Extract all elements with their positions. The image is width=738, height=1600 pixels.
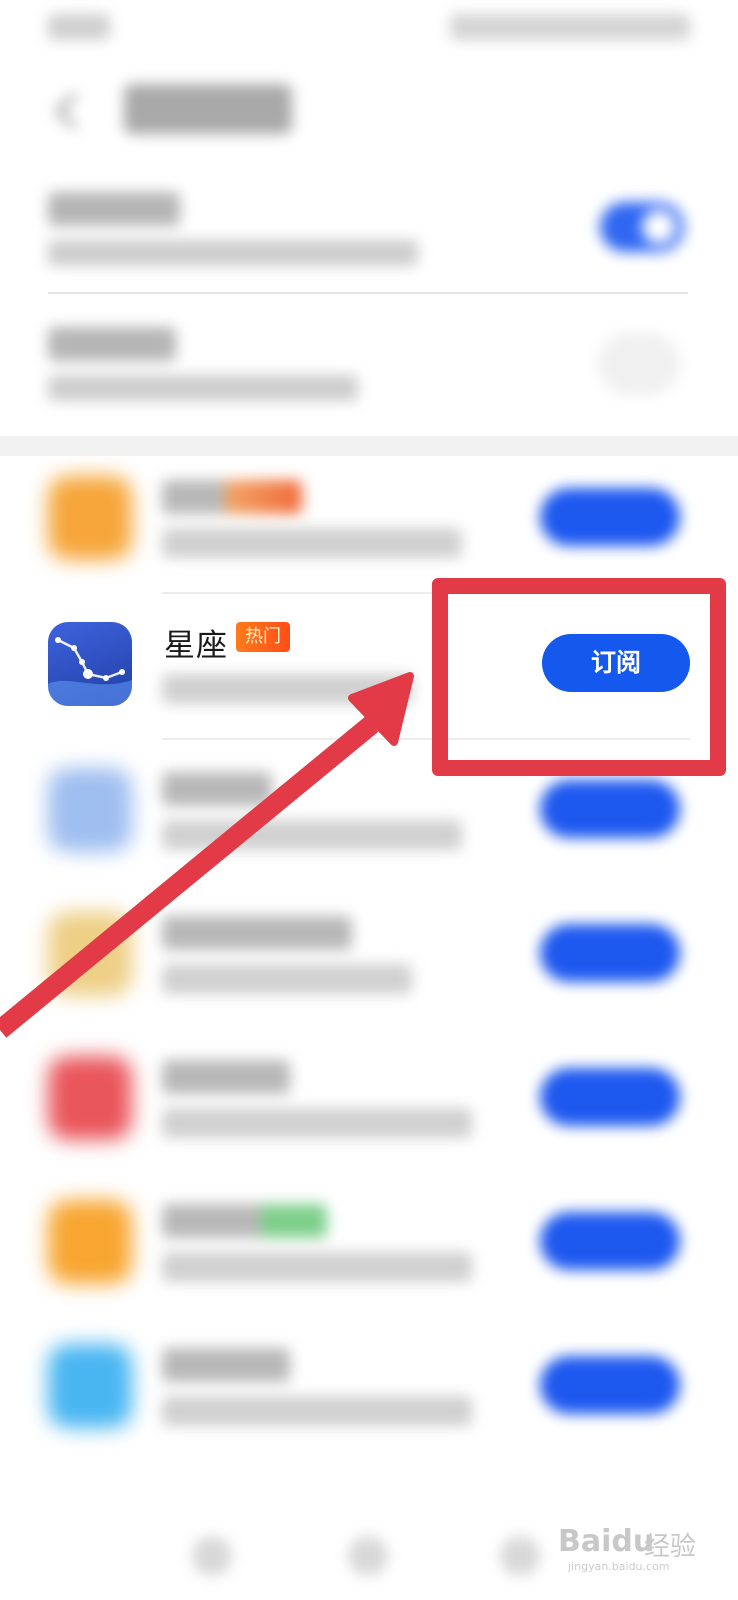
subscribe-button[interactable] xyxy=(540,780,680,838)
item-description xyxy=(162,820,462,850)
item-title xyxy=(162,916,352,950)
item-description xyxy=(162,964,412,994)
toggle-switch[interactable] xyxy=(600,202,684,252)
app-icon xyxy=(48,476,132,560)
status-bar xyxy=(0,0,738,60)
app-icon xyxy=(48,1344,132,1428)
item-title xyxy=(162,480,302,514)
setting-row-link[interactable] xyxy=(0,305,738,435)
watermark-domain: jingyan.baidu.com xyxy=(568,1560,670,1573)
list-item[interactable] xyxy=(0,1172,738,1318)
item-title xyxy=(162,772,272,806)
setting-row-toggle xyxy=(0,170,738,300)
list-item[interactable] xyxy=(0,1028,738,1174)
watermark-brand: Baidu xyxy=(558,1524,655,1559)
list-item[interactable] xyxy=(0,448,738,594)
subscribe-button[interactable] xyxy=(540,1356,680,1414)
setting-description xyxy=(48,375,358,401)
chevron-right-icon[interactable] xyxy=(598,333,680,395)
item-description xyxy=(162,528,462,558)
nav-back-icon[interactable] xyxy=(192,1536,232,1576)
setting-description xyxy=(48,240,418,266)
item-description xyxy=(162,1108,472,1138)
item-title: 星座 xyxy=(164,628,228,664)
nav-recent-icon[interactable] xyxy=(500,1536,540,1576)
item-title xyxy=(162,1204,327,1238)
header xyxy=(0,70,738,150)
subscribe-button[interactable] xyxy=(540,1212,680,1270)
list-item[interactable] xyxy=(0,1316,738,1462)
list-item[interactable] xyxy=(0,884,738,1030)
item-description xyxy=(162,674,412,704)
subscribe-button[interactable] xyxy=(540,924,680,982)
constellation-icon xyxy=(48,622,132,706)
status-time xyxy=(48,14,110,40)
app-icon xyxy=(48,912,132,996)
toggle-knob xyxy=(642,210,676,244)
subscribe-button[interactable] xyxy=(540,1068,680,1126)
status-indicators xyxy=(450,14,690,40)
app-icon xyxy=(48,768,132,852)
divider xyxy=(48,292,688,294)
item-description xyxy=(162,1396,472,1426)
setting-title xyxy=(48,327,176,361)
back-arrow-icon[interactable] xyxy=(44,88,90,134)
page-title xyxy=(124,84,292,134)
nav-home-icon[interactable] xyxy=(348,1536,388,1576)
item-title xyxy=(162,1348,290,1382)
item-title xyxy=(162,1060,290,1094)
app-icon xyxy=(48,1200,132,1284)
subscribe-button[interactable] xyxy=(540,488,680,546)
item-description xyxy=(162,1252,472,1282)
app-icon xyxy=(48,1056,132,1140)
hot-badge: 热门 xyxy=(236,622,290,652)
watermark-brand-cn: 经验 xyxy=(644,1532,697,1562)
watermark: Baidu 经验 jingyan.baidu.com xyxy=(558,1524,708,1576)
highlight-box xyxy=(432,578,726,776)
setting-title xyxy=(48,192,180,226)
